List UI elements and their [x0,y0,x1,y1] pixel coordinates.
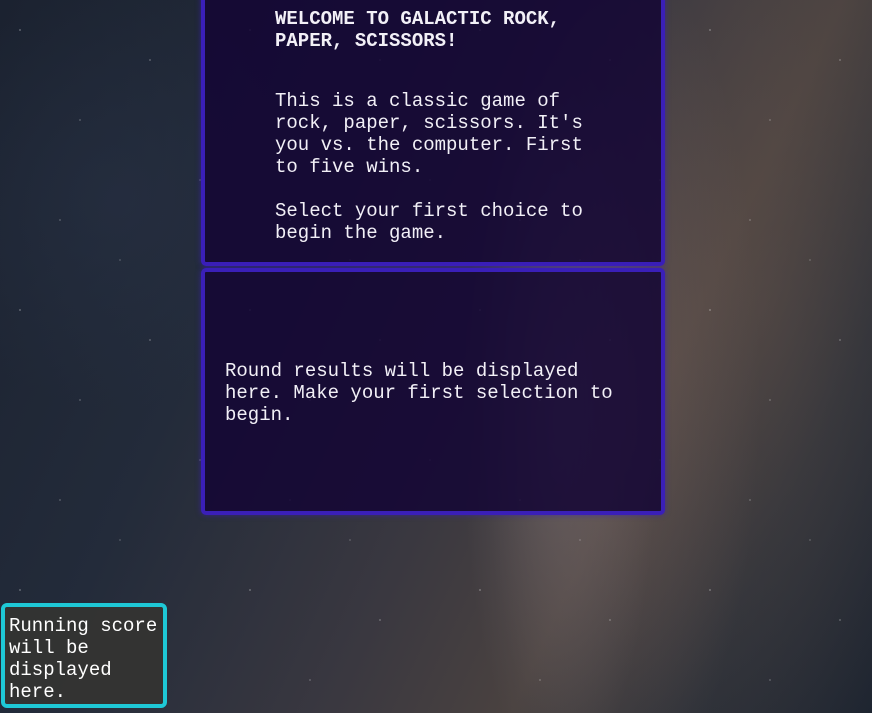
welcome-title: WELCOME TO GALACTIC ROCK, PAPER, SCISSOR… [275,8,561,52]
round-results-message: Round results will be displayed here. Ma… [225,360,613,426]
welcome-description: This is a classic game of rock, paper, s… [275,90,583,178]
round-results-panel: Round results will be displayed here. Ma… [201,268,665,515]
welcome-instruction: Select your first choice to begin the ga… [275,200,583,244]
welcome-panel: WELCOME TO GALACTIC ROCK, PAPER, SCISSOR… [201,0,665,266]
running-score-message: Running score will be displayed here. [9,615,158,703]
running-score-box: Running score will be displayed here. [1,603,167,708]
